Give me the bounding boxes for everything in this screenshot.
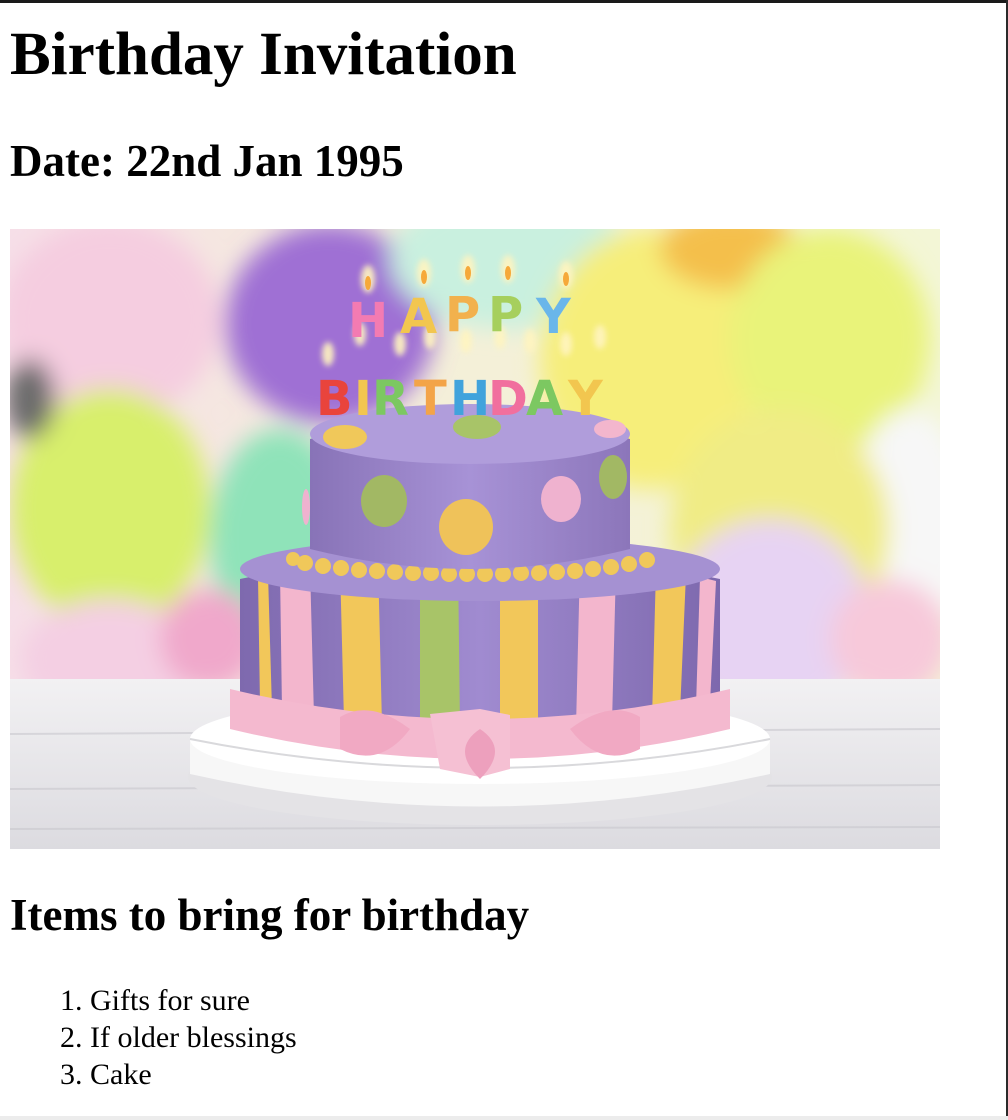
candle-letter-r: R	[372, 371, 409, 427]
page-title: Birthday Invitation	[10, 21, 517, 88]
items-list: Gifts for sure If older blessings Cake	[10, 982, 297, 1093]
list-item: Cake	[90, 1056, 297, 1093]
invitation-date: Date: 22nd Jan 1995	[10, 136, 404, 186]
list-item: If older blessings	[90, 1019, 297, 1056]
window-top-border	[0, 0, 1008, 3]
window-bottom-edge	[0, 1116, 1008, 1120]
candle-letter-y2: Y	[567, 371, 604, 427]
candle-letter-b: B	[316, 371, 353, 427]
candle-letter-h: H	[348, 293, 388, 349]
candle-letter-a: A	[400, 289, 437, 345]
candle-letter-p1: P	[445, 287, 480, 343]
candle-letter-a2: A	[526, 371, 563, 427]
items-heading: Items to bring for birthday	[10, 890, 530, 940]
cake-image: H A P P Y B I R T H D A Y	[10, 229, 940, 849]
candle-letter-y: Y	[535, 289, 572, 345]
candle-letter-i: I	[354, 371, 372, 427]
candle-letter-d: D	[488, 371, 528, 427]
candle-letter-t: T	[414, 371, 447, 427]
candle-letter-p2: P	[488, 287, 523, 343]
candle-letter-h2: H	[450, 371, 490, 427]
list-item: Gifts for sure	[90, 982, 297, 1019]
